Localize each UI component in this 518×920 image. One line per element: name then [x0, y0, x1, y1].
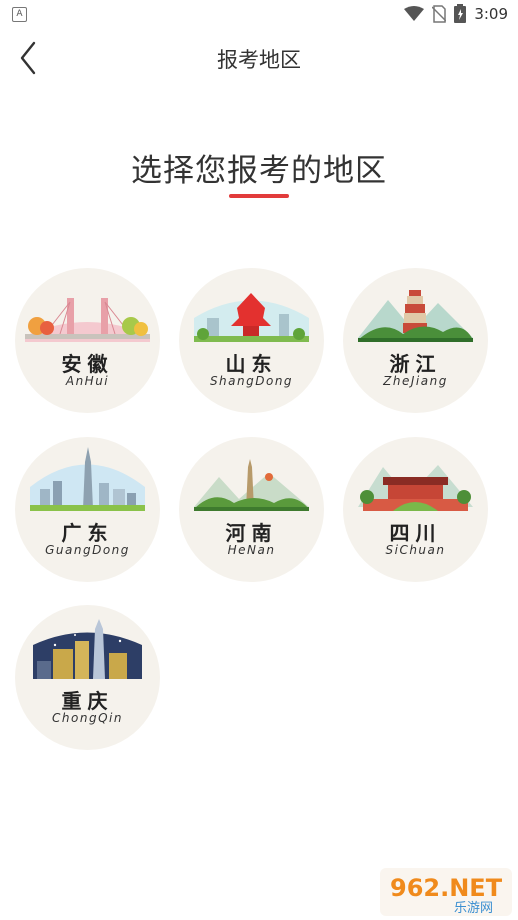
region-name-cn: 河南: [225, 521, 278, 545]
section-heading: 选择您报考的地区: [131, 153, 387, 189]
region-name-en: ChongQin: [52, 711, 123, 725]
region-name-en: ShangDong: [209, 374, 294, 388]
watermark-sub: 乐游网: [454, 901, 493, 916]
status-time: 3:09: [474, 4, 508, 23]
region-chongqing[interactable]: 重庆 ChongQin: [15, 605, 160, 750]
region-name-cn: 广东: [61, 521, 114, 545]
region-name-en: HeNan: [227, 543, 276, 557]
region-name-cn: 安徽: [61, 352, 114, 376]
region-name-en: SiChuan: [385, 543, 446, 557]
wifi-icon: [404, 5, 425, 21]
region-shandong[interactable]: 山东 ShangDong: [179, 268, 324, 413]
region-name-cn: 山东: [225, 352, 278, 376]
battery-icon: [454, 4, 467, 23]
watermark-brand: 962.NET: [390, 874, 503, 902]
region-name-en: GuangDong: [45, 543, 130, 557]
nav-bar: 报考地区: [0, 28, 518, 86]
watermark: 962.NET 乐游网: [380, 868, 512, 916]
region-sichuan[interactable]: 四川 SiChuan: [343, 437, 488, 582]
region-name-cn: 四川: [389, 521, 442, 545]
anhui-illustration: [25, 298, 150, 342]
no-sim-icon: [432, 4, 447, 23]
a-icon: A: [12, 7, 27, 22]
region-zhejiang[interactable]: 浙江 ZheJiang: [343, 268, 488, 413]
region-name-cn: 浙江: [389, 352, 442, 376]
shandong-illustration: [194, 293, 309, 342]
sichuan-illustration: [358, 465, 473, 511]
status-icons: 3:09: [404, 4, 508, 23]
region-anhui[interactable]: 安徽 AnHui: [15, 268, 160, 413]
chongqing-illustration: [33, 619, 142, 679]
region-name-en: ZheJiang: [383, 374, 448, 388]
region-name-cn: 重庆: [61, 689, 114, 713]
region-guangdong[interactable]: 广东 GuangDong: [15, 437, 160, 582]
henan-illustration: [194, 459, 309, 511]
zhejiang-illustration: [358, 290, 473, 342]
region-name-en: AnHui: [65, 374, 110, 388]
region-henan[interactable]: 河南 HeNan: [179, 437, 324, 582]
heading-underline: [229, 194, 289, 198]
page-title: 报考地区: [217, 48, 301, 72]
guangdong-illustration: [30, 447, 145, 511]
watermark-logo-icon: 962.NET 乐游网: [380, 868, 512, 916]
status-bar: A 3:09: [0, 0, 518, 28]
